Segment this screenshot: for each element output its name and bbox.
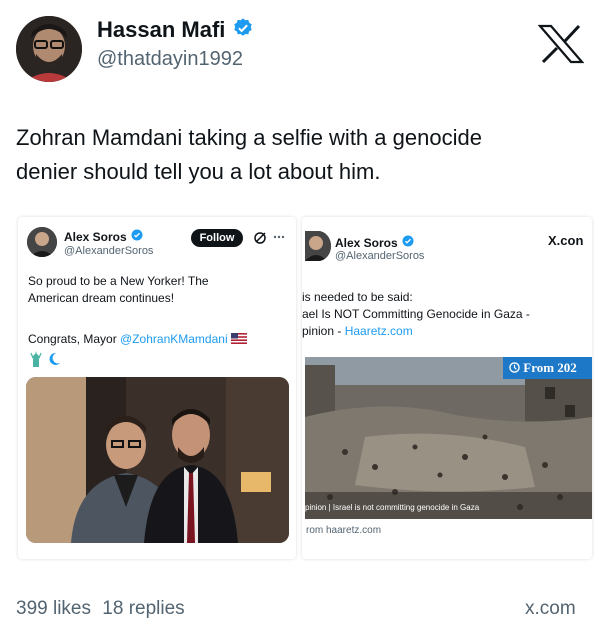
source-domain[interactable]: x.com [525, 598, 576, 620]
replies-count[interactable]: 18 replies [102, 598, 184, 619]
tweet-text-line1: Zohran Mamdani taking a selfie with a ge… [16, 125, 482, 150]
right-post-line2: ael Is NOT Committing Genocide in Gaza - [302, 307, 530, 321]
haaretz-link[interactable]: Haaretz.com [345, 324, 413, 338]
mention-link[interactable]: @ZohranKMamdani [120, 332, 228, 346]
right-author-handle[interactable]: @AlexanderSoros [335, 250, 424, 262]
quoted-post-left[interactable]: Alex Soros @AlexanderSoros Follow So pro… [18, 217, 296, 559]
likes-count[interactable]: 399 likes [16, 598, 91, 619]
right-post-line3: pinion - Haaretz.com [302, 324, 413, 338]
statue-liberty-emoji-icon [28, 351, 44, 367]
image-caption: pinion | Israel is not committing genoci… [305, 503, 480, 512]
from-year-badge: From 202 [503, 357, 592, 379]
avatar-photo [16, 16, 82, 82]
grok-icon[interactable] [253, 231, 267, 245]
soros-avatar-photo [27, 227, 57, 257]
quoted-post-right[interactable]: Alex Soros @AlexanderSoros X.con is need… [302, 217, 592, 559]
left-author-name[interactable]: Alex Soros [64, 228, 143, 246]
tweet-text: Zohran Mamdani taking a selfie with a ge… [16, 121, 591, 189]
right-post-photo[interactable]: From 202 pinion | Israel is not committi… [305, 357, 592, 519]
right-post-text: is needed to be said: ael Is NOT Committ… [302, 289, 592, 340]
tweet-text-line2: denier should tell you a lot about him. [16, 159, 381, 184]
follow-button[interactable]: Follow [191, 229, 243, 247]
left-author-handle[interactable]: @AlexanderSoros [64, 245, 153, 257]
verified-badge-icon [131, 228, 143, 246]
clock-icon [509, 360, 520, 375]
left-post-text: So proud to be a New Yorker! The America… [28, 273, 288, 307]
right-post-line1: is needed to be said: [302, 290, 413, 304]
soros-avatar[interactable] [27, 227, 57, 257]
left-post-photo[interactable] [26, 377, 289, 543]
verified-badge-icon [232, 17, 254, 45]
us-flag-icon [230, 332, 247, 346]
soros-avatar[interactable] [305, 231, 331, 261]
soros-avatar-photo [305, 231, 331, 261]
left-post-line1: So proud to be a New Yorker! The [28, 274, 209, 288]
left-post-line2: American dream continues! [28, 291, 175, 305]
author-avatar[interactable] [16, 16, 82, 82]
engagement-stats: 399 likes 18 replies [16, 598, 185, 620]
crescent-moon-emoji-icon [46, 351, 62, 367]
more-options-icon[interactable] [272, 230, 286, 244]
author-name[interactable]: Hassan Mafi [97, 17, 254, 45]
x-logo-icon[interactable] [537, 24, 585, 64]
from-source-label[interactable]: rom haaretz.com [306, 525, 381, 536]
site-label: X.con [548, 233, 584, 248]
author-handle[interactable]: @thatdayin1992 [97, 48, 243, 71]
left-congrats: Congrats, Mayor @ZohranKMamdani [28, 331, 296, 348]
